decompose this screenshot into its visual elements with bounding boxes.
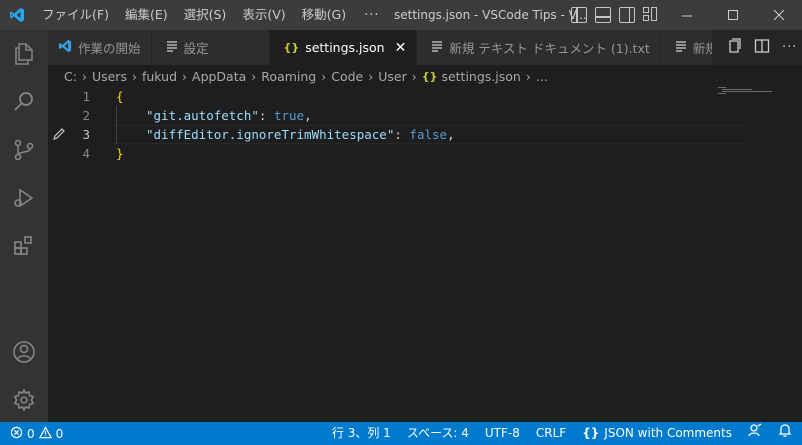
vscode-logo-icon — [58, 39, 72, 56]
breadcrumb-item[interactable]: User — [378, 69, 407, 84]
json-braces-icon: {} — [283, 41, 300, 54]
code-editor[interactable]: 1 { 2 "git.autofetch": true, 3 "diffEdit… — [48, 87, 802, 422]
code-line: 4 } — [48, 144, 802, 163]
breadcrumb-item[interactable]: fukud — [142, 69, 177, 84]
breadcrumb-item[interactable]: Code — [331, 69, 363, 84]
json-value: true — [273, 108, 305, 123]
problems-status[interactable]: 0 0 — [0, 425, 64, 442]
end-of-line[interactable]: CRLF — [528, 422, 574, 445]
more-actions-icon[interactable]: ··· — [782, 40, 797, 55]
chevron-right-icon: › — [182, 68, 188, 84]
tab-settings-json[interactable]: {} settings.json ✕ — [269, 30, 418, 65]
line-number: 3 — [82, 127, 90, 142]
json-key: "git.autofetch" — [146, 108, 259, 123]
activity-bar — [0, 30, 48, 422]
chevron-right-icon: › — [525, 68, 531, 84]
breadcrumb-item[interactable]: settings.json — [441, 69, 520, 84]
tab-label: 設定 — [183, 41, 209, 56]
settings-list-icon — [166, 40, 178, 55]
breadcrumb-item[interactable]: C: — [64, 69, 77, 84]
menu-view[interactable]: 表示(V) — [234, 0, 293, 30]
open-brace: { — [116, 89, 124, 104]
close-window-icon[interactable] — [756, 0, 802, 30]
tab-new-text-document[interactable]: 新規 テキスト ドキュメント (1).txt — [417, 30, 661, 65]
warning-icon — [38, 425, 52, 442]
menu-file[interactable]: ファイル(F) — [34, 0, 117, 30]
status-bar: 0 0 行 3、列 1 スペース: 4 UTF-8 CRLF {} JSON wi… — [0, 422, 802, 445]
breadcrumb-item[interactable]: Roaming — [261, 69, 316, 84]
explorer-icon[interactable] — [0, 30, 48, 78]
code-line: 1 { — [48, 87, 802, 106]
maximize-icon[interactable] — [710, 0, 756, 30]
text-file-icon — [675, 40, 687, 55]
error-icon — [10, 426, 23, 442]
menu-selection[interactable]: 選択(S) — [176, 0, 235, 30]
tab-label: 作業の開始 — [78, 41, 141, 56]
chevron-right-icon: › — [131, 68, 137, 84]
menu-more-icon[interactable]: ··· — [354, 8, 389, 23]
editor-actions: ··· — [712, 30, 802, 65]
encoding[interactable]: UTF-8 — [477, 422, 528, 445]
code-line: 3 "diffEditor.ignoreTrimWhitespace": fal… — [48, 125, 802, 144]
menu-go[interactable]: 移動(G) — [294, 0, 354, 30]
code-line: 2 "git.autofetch": true, — [48, 106, 802, 125]
chevron-right-icon: › — [81, 68, 87, 84]
line-number: 1 — [82, 89, 90, 104]
run-debug-icon[interactable] — [0, 174, 48, 222]
split-editor-icon[interactable] — [754, 38, 770, 58]
toggle-secondary-sidebar-icon[interactable] — [619, 7, 635, 23]
notifications-bell-icon[interactable] — [770, 422, 802, 445]
toggle-panel-icon[interactable] — [595, 7, 611, 23]
customize-layout-icon[interactable] — [643, 7, 659, 23]
error-count: 0 — [27, 426, 35, 441]
json-braces-icon: {} — [421, 69, 438, 83]
text-file-icon — [431, 40, 443, 55]
close-icon[interactable]: ✕ — [395, 40, 407, 56]
breadcrumb-item[interactable]: AppData — [192, 69, 246, 84]
tab-settings[interactable]: 設定 — [151, 30, 270, 65]
extensions-icon[interactable] — [0, 222, 48, 270]
warning-count: 0 — [55, 426, 64, 441]
language-mode[interactable]: {} JSON with Comments — [574, 422, 740, 445]
menu-bar: ファイル(F) 編集(E) 選択(S) 表示(V) 移動(G) ··· — [34, 0, 389, 30]
indentation[interactable]: スペース: 4 — [399, 422, 477, 445]
title-bar: ファイル(F) 編集(E) 選択(S) 表示(V) 移動(G) ··· sett… — [0, 0, 802, 30]
json-value: false — [409, 127, 448, 142]
toggle-primary-sidebar-icon[interactable] — [571, 7, 587, 23]
menu-edit[interactable]: 編集(E) — [117, 0, 176, 30]
breadcrumb-item[interactable]: Users — [92, 69, 127, 84]
window-title: settings.json - VSCode Tips - V... — [394, 8, 587, 22]
chevron-right-icon: › — [411, 68, 417, 84]
vscode-logo-icon[interactable] — [0, 0, 34, 30]
chevron-right-icon: › — [321, 68, 327, 84]
chevron-right-icon: › — [251, 68, 257, 84]
feedback-icon[interactable] — [740, 422, 770, 445]
chevron-right-icon: › — [368, 68, 374, 84]
tab-label: 新規 テキスト ドキュメント (1).txt — [449, 41, 650, 56]
minimap[interactable] — [718, 87, 788, 94]
close-brace: } — [116, 146, 124, 161]
tab-label: settings.json — [305, 40, 385, 55]
open-settings-ui-icon[interactable] — [726, 37, 742, 58]
line-number: 2 — [82, 108, 90, 123]
json-braces-icon: {} — [582, 426, 600, 440]
source-control-icon[interactable] — [0, 126, 48, 174]
search-icon[interactable] — [0, 78, 48, 126]
account-icon[interactable] — [0, 328, 48, 376]
manage-gear-icon[interactable] — [0, 376, 48, 424]
line-number: 4 — [82, 146, 90, 161]
layout-controls — [571, 7, 659, 23]
json-key: "diffEditor.ignoreTrimWhitespace" — [146, 127, 395, 142]
cursor-position[interactable]: 行 3、列 1 — [324, 422, 399, 445]
breadcrumb: C: › Users › fukud › AppData › Roaming › Code… — [48, 65, 802, 87]
minimize-icon[interactable] — [664, 0, 710, 30]
editor-tabs: 作業の開始 設定 {} settings.json ✕ 新規 テキスト ドキュメ… — [48, 30, 802, 65]
tab-welcome[interactable]: 作業の開始 — [48, 30, 152, 65]
breadcrumb-item[interactable]: ... — [536, 69, 548, 84]
